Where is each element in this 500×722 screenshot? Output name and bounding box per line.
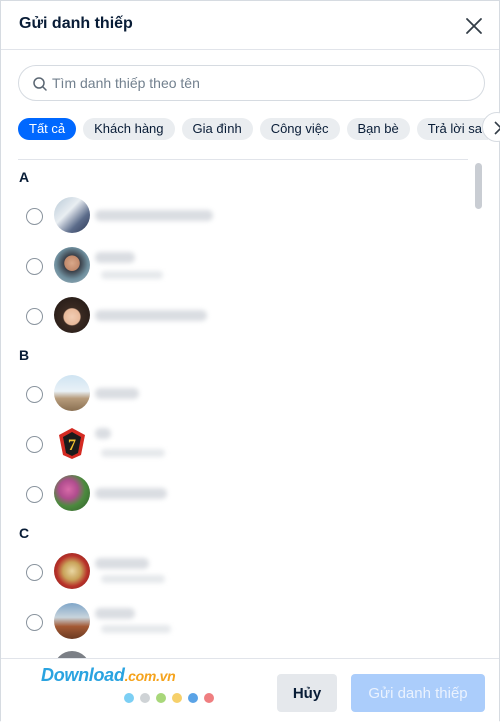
contact-name-blurred	[95, 210, 213, 221]
select-radio[interactable]	[26, 308, 43, 325]
tab-customers[interactable]: Khách hàng	[83, 118, 175, 140]
contact-name-blurred	[95, 310, 207, 321]
dialog-footer: Download.com.vn Hủy Gửi danh thiếp	[1, 658, 499, 722]
contact-name-blurred	[95, 428, 111, 439]
list-scrollbar[interactable]	[475, 163, 482, 209]
tab-friends[interactable]: Bạn bè	[346, 118, 410, 140]
close-icon	[466, 18, 482, 34]
list-item[interactable]	[1, 197, 471, 241]
group-letter-a: A	[19, 169, 30, 185]
tab-all[interactable]: Tất cả	[18, 118, 77, 140]
group-letter-c: C	[19, 525, 30, 541]
contact-subtitle-blurred	[101, 625, 171, 633]
search-input[interactable]	[52, 66, 472, 100]
svg-text:7: 7	[68, 437, 76, 454]
watermark-dot	[188, 693, 198, 703]
contact-name-blurred	[95, 608, 135, 619]
tab-family[interactable]: Gia đình	[181, 118, 253, 140]
watermark-dot	[140, 693, 150, 703]
chevron-right-icon	[494, 121, 500, 135]
avatar	[54, 651, 90, 658]
dialog-header: Gửi danh thiếp	[1, 1, 499, 50]
list-item[interactable]	[1, 375, 471, 419]
list-item[interactable]	[1, 651, 471, 658]
tab-work[interactable]: Công việc	[259, 118, 340, 140]
watermark-dot	[124, 693, 134, 703]
select-radio[interactable]	[26, 614, 43, 631]
list-item[interactable]	[1, 247, 471, 291]
watermark-main: Download	[41, 665, 125, 685]
watermark-dots	[124, 690, 220, 708]
avatar	[54, 475, 90, 511]
watermark-dot	[172, 693, 182, 703]
select-radio[interactable]	[26, 564, 43, 581]
contact-list[interactable]: A B 7 C	[1, 161, 471, 658]
search-box[interactable]	[18, 65, 485, 101]
select-radio[interactable]	[26, 436, 43, 453]
search-icon	[33, 77, 47, 91]
contact-subtitle-blurred	[101, 449, 165, 457]
cancel-button[interactable]: Hủy	[277, 674, 337, 712]
watermark-logo: Download.com.vn	[41, 665, 176, 686]
list-item[interactable]	[1, 297, 471, 341]
avatar	[54, 247, 90, 283]
watermark-dot	[204, 693, 214, 703]
list-item[interactable]	[1, 603, 471, 647]
send-contact-card-dialog: Gửi danh thiếp Tất cả Khách hàng Gia đình C…	[0, 0, 500, 722]
select-radio[interactable]	[26, 208, 43, 225]
select-radio[interactable]	[26, 486, 43, 503]
avatar	[54, 603, 90, 639]
list-item[interactable]	[1, 553, 471, 597]
avatar	[54, 375, 90, 411]
watermark-domain: .com.vn	[124, 668, 176, 684]
group-letter-b: B	[19, 347, 30, 363]
select-radio[interactable]	[26, 386, 43, 403]
list-item[interactable]	[1, 475, 471, 519]
close-button[interactable]	[461, 13, 487, 39]
contact-name-blurred	[95, 558, 149, 569]
select-radio[interactable]	[26, 258, 43, 275]
avatar	[54, 297, 90, 333]
list-item[interactable]: 7	[1, 425, 471, 469]
logo-seven-icon: 7	[59, 428, 85, 459]
contact-subtitle-blurred	[101, 271, 163, 279]
dialog-title: Gửi danh thiếp	[19, 15, 133, 32]
contact-name-blurred	[95, 488, 167, 499]
avatar: 7	[54, 425, 90, 461]
tabs-divider	[18, 159, 468, 160]
contact-name-blurred	[95, 388, 139, 399]
send-card-button[interactable]: Gửi danh thiếp	[351, 674, 485, 712]
category-tabs: Tất cả Khách hàng Gia đình Công việc Bạn bè T…	[18, 118, 488, 140]
contact-subtitle-blurred	[101, 575, 165, 583]
avatar	[54, 197, 90, 233]
avatar	[54, 553, 90, 589]
contact-name-blurred	[95, 252, 135, 263]
watermark-dot	[156, 693, 166, 703]
tab-reply-later[interactable]: Trả lời sau	[416, 118, 488, 140]
